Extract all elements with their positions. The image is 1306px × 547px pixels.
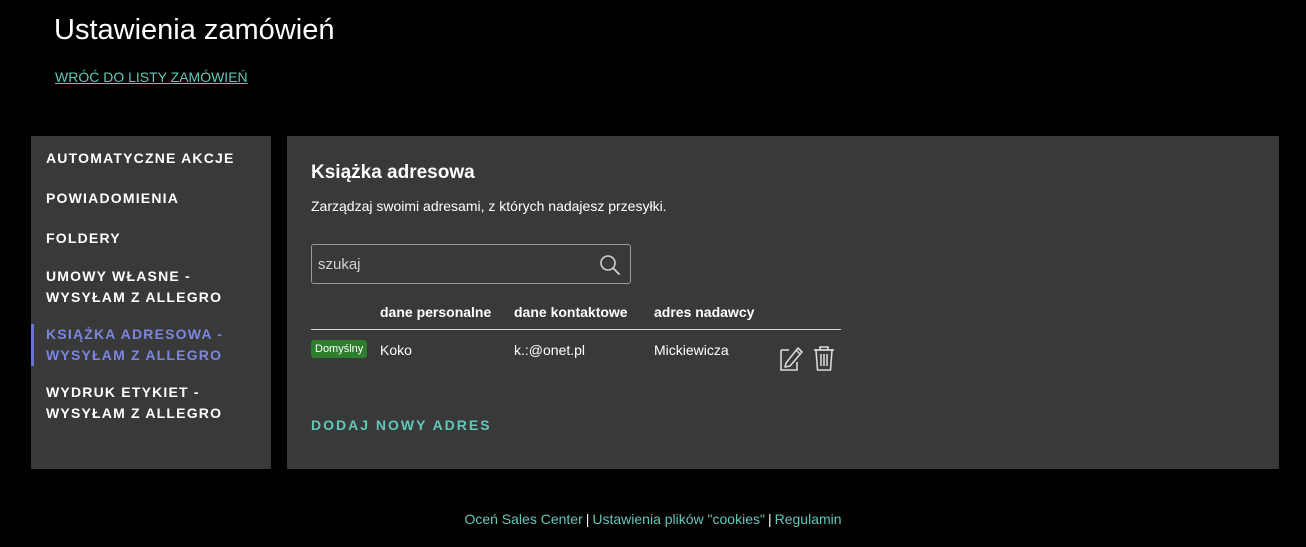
sidebar-item-label: WYDRUK ETYKIET - (46, 384, 200, 400)
sidebar-item-label-printing[interactable]: WYDRUK ETYKIET - WYSYŁAM Z ALLEGRO (31, 382, 271, 424)
column-header-personal: dane personalne (380, 304, 492, 320)
sidebar-item-own-contracts[interactable]: UMOWY WŁASNE - WYSYŁAM Z ALLEGRO (31, 266, 271, 308)
add-new-address-button[interactable]: DODAJ NOWY ADRES (311, 417, 492, 433)
footer-separator: | (767, 511, 772, 527)
footer: Oceń Sales Center | Ustawienia plików "coo… (0, 511, 1306, 527)
sidebar-item-label: WYSYŁAM Z ALLEGRO (46, 405, 223, 421)
cell-contact: k.:@onet.pl (514, 342, 586, 358)
column-header-address: adres nadawcy (654, 304, 755, 320)
search-icon[interactable] (599, 254, 621, 276)
edit-icon[interactable] (778, 344, 804, 372)
search-box (311, 244, 631, 284)
sidebar-item-label: FOLDERY (46, 230, 121, 246)
default-badge: Domyślny (311, 340, 368, 358)
cell-address: Mickiewicza (654, 342, 729, 358)
sidebar-item-label: KSIĄŻKA ADRESOWA - (46, 326, 224, 342)
search-input[interactable] (318, 245, 588, 283)
column-header-contact: dane kontaktowe (514, 304, 628, 320)
sidebar-item-notifications[interactable]: POWIADOMIENIA (31, 188, 271, 209)
footer-link-cookies[interactable]: Ustawienia plików "cookies" (592, 511, 765, 527)
sidebar-item-label: AUTOMATYCZNE AKCJE (46, 150, 235, 166)
header-divider (311, 329, 841, 330)
section-title: Książka adresowa (311, 162, 475, 183)
cell-personal: Koko (380, 342, 412, 358)
section-description: Zarządzaj swoimi adresami, z których nad… (311, 198, 667, 214)
footer-separator: | (585, 511, 590, 527)
address-book-panel: Książka adresowa Zarządzaj swoimi adresa… (287, 136, 1279, 469)
footer-link-rate[interactable]: Oceń Sales Center (464, 511, 582, 527)
sidebar-item-label: UMOWY WŁASNE - (46, 268, 191, 284)
sidebar-item-label: WYSYŁAM Z ALLEGRO (46, 347, 223, 363)
sidebar-item-label: WYSYŁAM Z ALLEGRO (46, 289, 223, 305)
footer-link-terms[interactable]: Regulamin (775, 511, 842, 527)
trash-icon[interactable] (811, 344, 837, 372)
back-to-orders-link[interactable]: WRÓĆ DO LISTY ZAMÓWIEŃ (55, 69, 248, 85)
sidebar-item-address-book[interactable]: KSIĄŻKA ADRESOWA - WYSYŁAM Z ALLEGRO (31, 324, 271, 366)
sidebar-item-automatic-actions[interactable]: AUTOMATYCZNE AKCJE (31, 148, 271, 169)
page-title: Ustawienia zamówień (54, 14, 335, 46)
settings-sidebar: AUTOMATYCZNE AKCJE POWIADOMIENIA FOLDERY… (31, 136, 271, 469)
sidebar-item-folders[interactable]: FOLDERY (31, 228, 271, 249)
sidebar-item-label: POWIADOMIENIA (46, 190, 180, 206)
